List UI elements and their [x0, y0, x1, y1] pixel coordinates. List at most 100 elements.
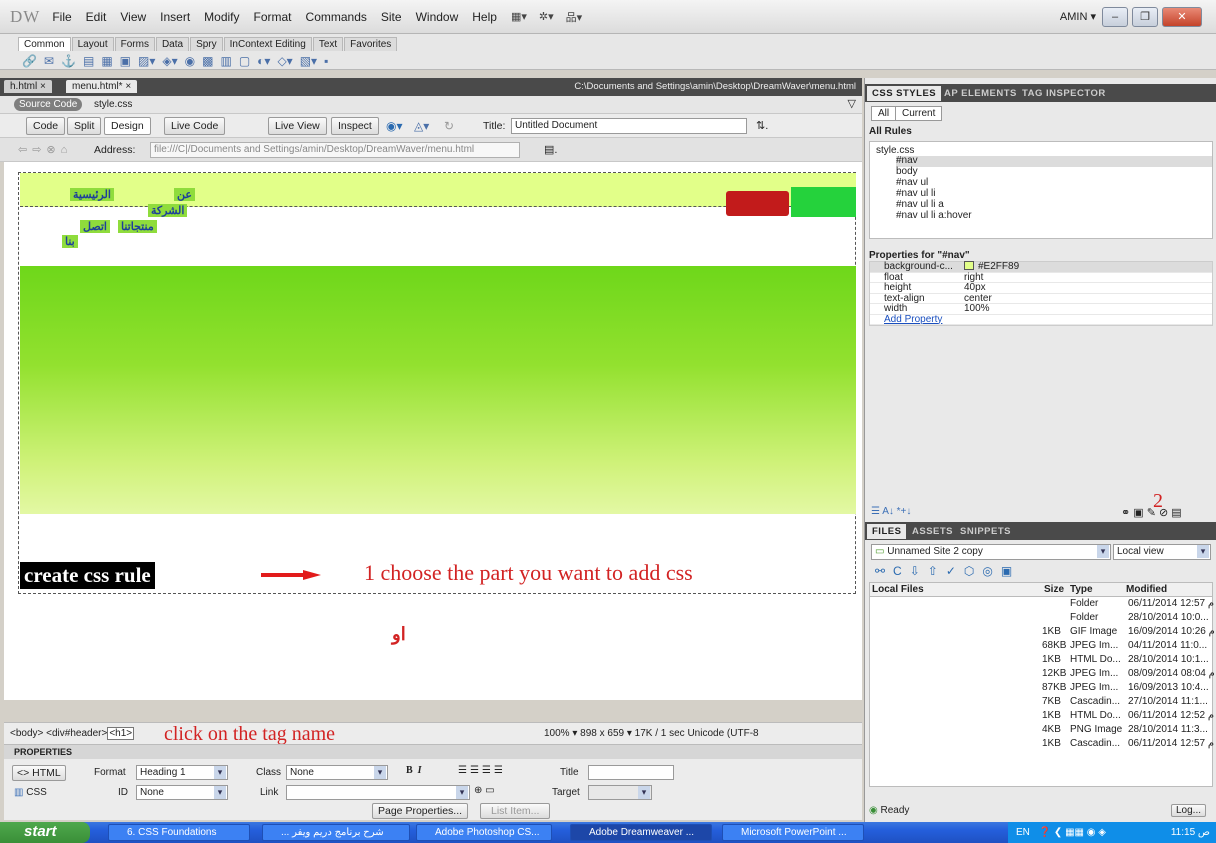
tab-text[interactable]: Text — [312, 37, 344, 51]
workspace-switcher[interactable]: AMIN ▾ — [1060, 10, 1096, 23]
options-icon[interactable]: ▤. — [544, 143, 557, 156]
tag-h1[interactable]: <h1> — [107, 727, 135, 740]
table-icon[interactable]: ▦ — [101, 54, 112, 68]
tab-favorites[interactable]: Favorites — [344, 37, 398, 51]
link-input[interactable] — [286, 785, 470, 800]
tab-files[interactable]: FILES — [867, 524, 907, 539]
file-row[interactable]: Site - Unnamed Site 2...Folder06/11/2014… — [870, 597, 1214, 611]
file-row[interactable]: h.html1KBHTML Do...28/10/2014 10:1... — [870, 653, 1212, 667]
div-icon[interactable]: ▣ — [120, 54, 131, 68]
start-button[interactable]: start — [0, 822, 90, 843]
list-item-button[interactable]: List Item... — [480, 803, 551, 819]
source-code-button[interactable]: Source Code — [14, 98, 83, 111]
menu-commands[interactable]: Commands — [306, 10, 367, 24]
file-row[interactable]: header.jpg12KBJPEG Im...08/09/2014 08:04… — [870, 667, 1214, 681]
target-select[interactable] — [588, 785, 652, 800]
file-row[interactable]: menu.html1KBHTML Do...06/11/2014 12:52 م — [870, 709, 1214, 723]
filter-icon[interactable]: ▽ — [848, 97, 856, 110]
image-icon[interactable]: ▨▾ — [138, 54, 155, 68]
rule-nav[interactable]: #nav — [896, 155, 918, 166]
email-icon[interactable]: ✉ — [44, 54, 54, 68]
browser-preview-icon[interactable]: ◉▾ — [386, 119, 403, 133]
address-input[interactable]: file:///C|/Documents and Settings/amin/D… — [150, 142, 520, 158]
task-arabic-doc[interactable]: ... شرح برنامج دريم ويفر — [262, 824, 410, 841]
nav-item-about[interactable]: عن — [174, 188, 195, 201]
prop-row[interactable]: background-c... #E2FF89 — [870, 261, 1212, 273]
language-indicator[interactable]: EN — [1016, 827, 1030, 838]
rule-nav-ul-li[interactable]: #nav ul li — [896, 188, 935, 199]
task-photoshop[interactable]: Adobe Photoshop CS... — [416, 824, 552, 841]
file-row[interactable]: side.png4KBPNG Image28/10/2014 11:3... — [870, 723, 1212, 737]
media-icon[interactable]: ◈▾ — [162, 54, 177, 68]
code-view-button[interactable]: Code — [26, 117, 66, 135]
rule-icon[interactable]: ▤ — [83, 54, 94, 68]
menu-format[interactable]: Format — [254, 10, 292, 24]
new-css-rule-icons[interactable]: ⚭ ▣ ✎ ⊘ ▤ — [1121, 506, 1182, 519]
rule-nav-ul-li-a-hover[interactable]: #nav ul li a:hover — [896, 210, 972, 221]
files-toolbar-icons[interactable]: ⚯C⇩⇧✓⬡◎▣ — [875, 564, 1020, 578]
tab-h-html[interactable]: h.html × — [4, 80, 52, 93]
browser-nav-icons[interactable]: ⇦⇨⊗⌂ — [18, 143, 72, 156]
visual-aids-icon[interactable]: ◬▾ — [414, 119, 429, 133]
menu-file[interactable]: File — [52, 10, 71, 24]
view-select[interactable]: Local view — [1113, 544, 1211, 560]
tab-css-styles[interactable]: CSS STYLES — [867, 86, 942, 101]
tab-assets[interactable]: ASSETS — [907, 524, 958, 539]
hyperlink-icon[interactable]: 🔗 — [22, 54, 37, 68]
file-management-icon[interactable]: ⇅. — [756, 119, 768, 132]
tab-spry[interactable]: Spry — [190, 37, 223, 51]
date-icon[interactable]: ◉ — [185, 54, 195, 68]
col-type[interactable]: Type — [1070, 584, 1093, 595]
class-select[interactable]: None — [286, 765, 388, 780]
template-icon[interactable]: ▧▾ — [300, 54, 317, 68]
view-toggle-icons[interactable]: ☰ A↓ *+↓ — [871, 506, 911, 517]
extend-icon[interactable]: ✲▾ — [539, 10, 554, 23]
close-button[interactable]: ✕ — [1162, 7, 1202, 27]
all-mode-button[interactable]: All — [871, 106, 897, 121]
list-indent-icons[interactable]: ☰☰☰☰ — [458, 765, 506, 776]
browse-folder-icon[interactable]: ⊕ ▭ — [474, 785, 495, 796]
tab-layout[interactable]: Layout — [71, 37, 114, 51]
minimize-button[interactable]: – — [1102, 7, 1128, 27]
menu-window[interactable]: Window — [416, 10, 459, 24]
rule-nav-ul[interactable]: #nav ul — [896, 177, 928, 188]
file-row[interactable]: style.css1KBCascadin...06/11/2014 12:57 … — [870, 737, 1214, 751]
inspect-button[interactable]: Inspect — [331, 117, 379, 135]
tray-icons[interactable]: ❓ ❮ ▦▦ ◉ ◈ — [1039, 827, 1106, 838]
refresh-icon[interactable]: ↻ — [444, 119, 454, 133]
tab-snippets[interactable]: SNIPPETS — [955, 524, 1016, 539]
col-size[interactable]: Size — [1044, 584, 1064, 595]
tab-common[interactable]: Common — [18, 37, 71, 51]
col-modified[interactable]: Modified — [1126, 584, 1167, 595]
current-mode-button[interactable]: Current — [895, 106, 943, 121]
tag-chooser-icon[interactable]: ▪ — [324, 54, 328, 68]
file-row[interactable]: TemplatesFolder28/10/2014 10:0... — [870, 611, 1212, 625]
nav-item-products[interactable]: منتجاتنا — [118, 220, 157, 233]
site-icon[interactable]: 品▾ — [566, 9, 583, 25]
nav-item-company[interactable]: الشركة — [148, 204, 188, 217]
tab-ap-elements[interactable]: AP ELEMENTS — [939, 86, 1022, 101]
layout-icon[interactable]: ▦▾ — [511, 10, 527, 23]
prop-row[interactable]: Add Property — [870, 314, 1212, 325]
server-icon[interactable]: ▥ — [220, 54, 231, 68]
tab-forms[interactable]: Forms — [114, 37, 155, 51]
calendar-icon[interactable]: ▩ — [202, 54, 213, 68]
page-properties-button[interactable]: Page Properties... — [372, 803, 469, 819]
live-view-button[interactable]: Live View — [268, 117, 327, 135]
tab-data[interactable]: Data — [155, 37, 190, 51]
design-canvas[interactable]: عن الرئيسية الشركة منتجاتنا اتصل بنا cre… — [4, 162, 862, 700]
tag-body[interactable]: <body> — [10, 728, 43, 739]
maximize-button[interactable]: ❐ — [1132, 7, 1158, 27]
html-mode-button[interactable]: <> HTML — [12, 765, 66, 781]
design-view-button[interactable]: Design — [104, 117, 151, 135]
title-input[interactable]: Untitled Document — [511, 118, 747, 134]
menu-edit[interactable]: Edit — [86, 10, 107, 24]
tab-incontext[interactable]: InContext Editing — [223, 37, 312, 51]
title-field[interactable] — [588, 765, 674, 780]
menu-insert[interactable]: Insert — [160, 10, 190, 24]
file-row[interactable]: Karnac28.jpg87KBJPEG Im...16/09/2013 10:… — [870, 681, 1212, 695]
menu-site[interactable]: Site — [381, 10, 402, 24]
task-dreamweaver[interactable]: Adobe Dreamweaver ... — [570, 824, 712, 841]
css-mode-button[interactable]: ▥ CSS — [14, 787, 47, 798]
nav-item-contact[interactable]: اتصل — [80, 220, 110, 233]
